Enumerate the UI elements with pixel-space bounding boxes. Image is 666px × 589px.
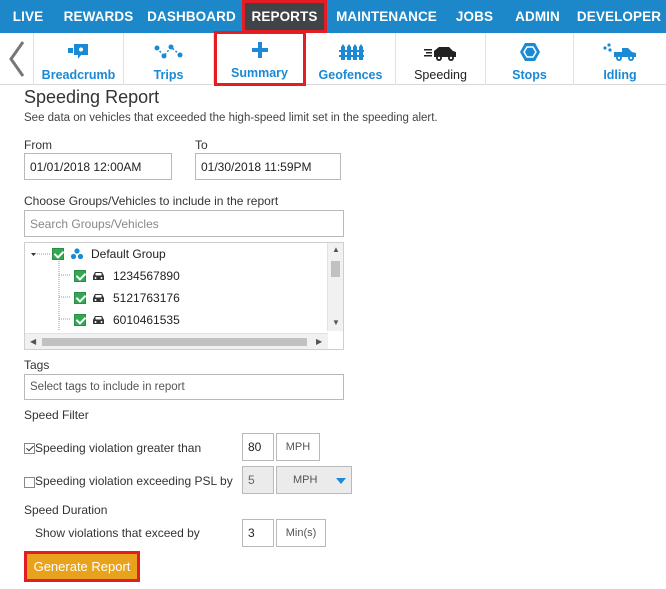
group-icon — [70, 248, 84, 260]
psl-unit-select[interactable]: MPH — [276, 466, 352, 494]
groups-label: Choose Groups/Vehicles to include in the… — [24, 194, 279, 208]
from-label: From — [24, 138, 52, 152]
duration-input[interactable]: 3 — [242, 519, 274, 547]
page-description: See data on vehicles that exceeded the h… — [24, 112, 438, 124]
nav-live[interactable]: LIVE — [0, 0, 56, 33]
subnav-trips[interactable]: Trips — [124, 33, 214, 85]
car-icon — [93, 272, 104, 280]
plus-icon — [251, 42, 268, 58]
checkbox-checked[interactable] — [74, 314, 86, 326]
tags-label: Tags — [24, 358, 50, 372]
checkbox-checked[interactable] — [52, 248, 64, 260]
checkbox-checked[interactable] — [74, 270, 86, 282]
speed-unit-label: MPH — [276, 433, 320, 461]
duration-unit-label: Min(s) — [276, 519, 326, 547]
subnav-speeding[interactable]: Speeding — [396, 33, 486, 85]
tree-row-vehicle[interactable]: 5121763176 — [74, 288, 180, 308]
tree-vehicle-id: 5121763176 — [113, 291, 180, 305]
scroll-right-icon[interactable]: ▶ — [316, 338, 322, 346]
tree-horizontal-scrollbar[interactable]: ◀ ▶ — [25, 333, 328, 349]
subnav-summary[interactable]: Summary — [214, 31, 306, 86]
subnav-label: Breadcrumb — [41, 68, 116, 82]
generate-report-button[interactable]: Generate Report — [24, 551, 140, 582]
tree-vehicle-id: 6010461535 — [113, 313, 180, 327]
dropdown-arrow-icon — [336, 478, 346, 484]
breadcrumb-icon — [67, 44, 88, 59]
groups-tree: Default Group 1234567890 5121763176 6010… — [24, 242, 344, 350]
speed-filter-label: Speed Filter — [24, 408, 89, 422]
subnav-label: Summary — [231, 66, 288, 80]
nav-dashboard[interactable]: DASHBOARD — [141, 0, 242, 33]
tree-vertical-scrollbar[interactable]: ▲ ▼ — [327, 243, 343, 331]
scroll-left-icon[interactable]: ◀ — [30, 338, 36, 346]
subnav-geofences[interactable]: Geofences — [306, 33, 396, 85]
scroll-up-icon[interactable]: ▲ — [332, 246, 340, 254]
filter-psl-label: Speeding violation exceeding PSL by — [35, 474, 233, 488]
filter-greater-than-checkbox[interactable] — [24, 443, 35, 454]
top-nav: LIVE REWARDS DASHBOARD REPORTS MAINTENAN… — [0, 0, 666, 33]
scroll-thumb[interactable] — [331, 261, 340, 277]
car-icon — [93, 294, 104, 302]
scroll-down-icon[interactable]: ▼ — [332, 319, 340, 327]
psl-unit-value: MPH — [293, 474, 318, 486]
subnav-label: Idling — [603, 68, 637, 82]
nav-jobs[interactable]: JOBS — [446, 0, 503, 33]
page-title: Speeding Report — [24, 87, 160, 107]
nav-admin[interactable]: ADMIN — [503, 0, 572, 33]
filter-psl-checkbox[interactable] — [24, 477, 35, 488]
speed-duration-label: Speed Duration — [24, 503, 108, 517]
checkbox-checked[interactable] — [74, 292, 86, 304]
subnav-stops[interactable]: Stops — [486, 33, 574, 85]
tree-row-vehicle[interactable]: 6010461535 — [74, 310, 180, 330]
nav-rewards[interactable]: REWARDS — [56, 0, 141, 33]
subnav-label: Stops — [512, 68, 547, 82]
to-date-input[interactable]: 01/30/2018 11:59PM — [195, 153, 341, 180]
duration-description: Show violations that exceed by — [35, 526, 200, 540]
subnav-breadcrumb[interactable]: Breadcrumb — [34, 33, 124, 85]
tree-row-group[interactable]: Default Group — [52, 244, 166, 264]
geofence-icon — [338, 44, 364, 60]
speed-threshold-input[interactable]: 80 — [242, 433, 274, 461]
nav-reports[interactable]: REPORTS — [242, 0, 327, 33]
groups-search-input[interactable]: Search Groups/Vehicles — [24, 210, 344, 237]
nav-developer[interactable]: DEVELOPER — [572, 0, 666, 33]
psl-threshold-input[interactable]: 5 — [242, 466, 274, 494]
idling-truck-icon — [603, 43, 636, 61]
filter-greater-than-label: Speeding violation greater than — [35, 441, 202, 455]
tree-group-name: Default Group — [91, 247, 166, 261]
speeding-car-icon — [423, 47, 456, 61]
from-date-input[interactable]: 01/01/2018 12:00AM — [24, 153, 172, 180]
subnav-label: Speeding — [414, 68, 467, 82]
car-icon — [93, 316, 104, 324]
nav-maintenance[interactable]: MAINTENANCE — [327, 0, 446, 33]
subnav-label: Trips — [153, 68, 184, 82]
to-label: To — [195, 138, 208, 152]
tree-row-vehicle[interactable]: 1234567890 — [74, 266, 180, 286]
tree-vehicle-id: 1234567890 — [113, 269, 180, 283]
scroll-thumb[interactable] — [42, 338, 307, 346]
subnav-label: Geofences — [318, 68, 383, 82]
trips-icon — [154, 44, 182, 59]
subnav-idling[interactable]: Idling — [574, 33, 666, 85]
chevron-left-icon — [8, 41, 24, 77]
back-button[interactable] — [0, 33, 34, 85]
tags-input[interactable]: Select tags to include in report — [24, 374, 344, 400]
stop-hexagon-icon — [519, 43, 540, 61]
report-type-bar: Breadcrumb Trips Summary Geofences Speed… — [0, 31, 666, 86]
